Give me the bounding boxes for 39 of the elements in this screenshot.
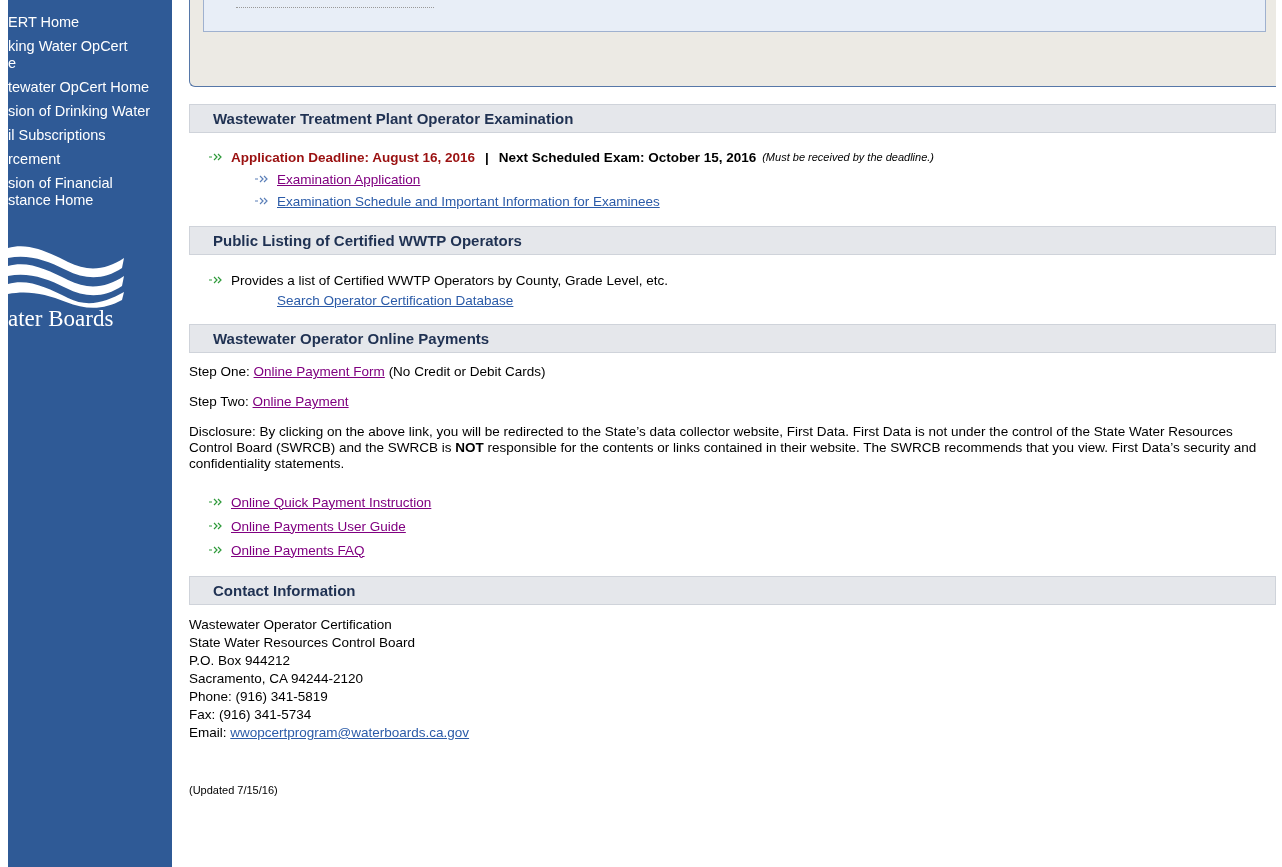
logo-text: ater Boards bbox=[8, 306, 115, 332]
next-exam-text: Next Scheduled Exam: October 15, 2016 bbox=[498, 149, 757, 165]
sidebar-link[interactable]: sion of Drinking Water bbox=[8, 103, 172, 120]
sidebar-link[interactable]: il Subscriptions bbox=[8, 127, 172, 144]
separator: | bbox=[485, 149, 489, 165]
section-header: Wastewater Treatment Plant Operator Examination bbox=[189, 104, 1276, 133]
updated-text: (Updated 7/15/16) bbox=[189, 784, 279, 796]
step-note: (No Credit or Debit Cards) bbox=[388, 364, 546, 379]
link[interactable]: Online Quick Payment Instruction bbox=[231, 494, 432, 510]
description-text: Provides a list of Certified WWTP Operators by County, Grade Level, etc. bbox=[231, 272, 668, 288]
email-label: Email: bbox=[189, 725, 227, 740]
section-header: Contact Information bbox=[189, 576, 1276, 605]
sidebar-link[interactable]: ERT Home bbox=[8, 14, 172, 31]
link[interactable]: Online Payment Form bbox=[253, 364, 385, 379]
address-line: Fax: (916) 341-5734 bbox=[189, 706, 313, 724]
link[interactable]: Online Payment bbox=[252, 394, 349, 409]
step-label: Step One: bbox=[189, 364, 250, 379]
deadline-text: Application Deadline: August 16, 2016 bbox=[231, 149, 476, 165]
address-line: State Water Resources Control Board bbox=[189, 634, 417, 652]
section-header: Wastewater Operator Online Payments bbox=[189, 324, 1276, 353]
sidebar-link[interactable]: rcement bbox=[8, 151, 172, 168]
link[interactable]: Examination Schedule and Important Information for Examinees bbox=[277, 193, 660, 209]
link[interactable]: Search Operator Certification Database bbox=[277, 292, 514, 308]
disclosure-text: Disclosure: By clicking on the above link, you will be redirected to the State’s data collector website, First Data. First Data is not under the control of the State Water Resources Control Board (SWRCB) and the SWRCB is NOT responsible for the contents or links contained in their website. The SWRCB recommends that you view. First Data’s security and confidentiality statements. bbox=[189, 424, 1258, 472]
sidebar-link[interactable]: tewater OpCert Home bbox=[8, 79, 172, 96]
link[interactable]: Online Payments FAQ bbox=[231, 542, 365, 558]
address-line: Phone: (916) 341-5819 bbox=[189, 688, 329, 706]
email-link[interactable]: wwopcertprogram@waterboards.ca.gov bbox=[230, 725, 470, 740]
address-line: Wastewater Operator Certification bbox=[189, 616, 393, 634]
step-label: Step Two: bbox=[189, 394, 249, 409]
address-line: P.O. Box 944212 bbox=[189, 652, 292, 670]
section-header: Public Listing of Certified WWTP Operators bbox=[189, 226, 1276, 255]
waves-logo-icon bbox=[8, 244, 124, 308]
sidebar-link[interactable]: sion of Financial stance Home bbox=[8, 175, 172, 209]
link[interactable]: Examination Application bbox=[277, 171, 421, 187]
note-text: (Must be received by the deadline.) bbox=[762, 151, 935, 163]
link[interactable]: Online Payments User Guide bbox=[231, 518, 406, 534]
address-line: Sacramento, CA 94244-2120 bbox=[189, 670, 365, 688]
sidebar-link[interactable]: king Water OpCert e bbox=[8, 38, 172, 72]
